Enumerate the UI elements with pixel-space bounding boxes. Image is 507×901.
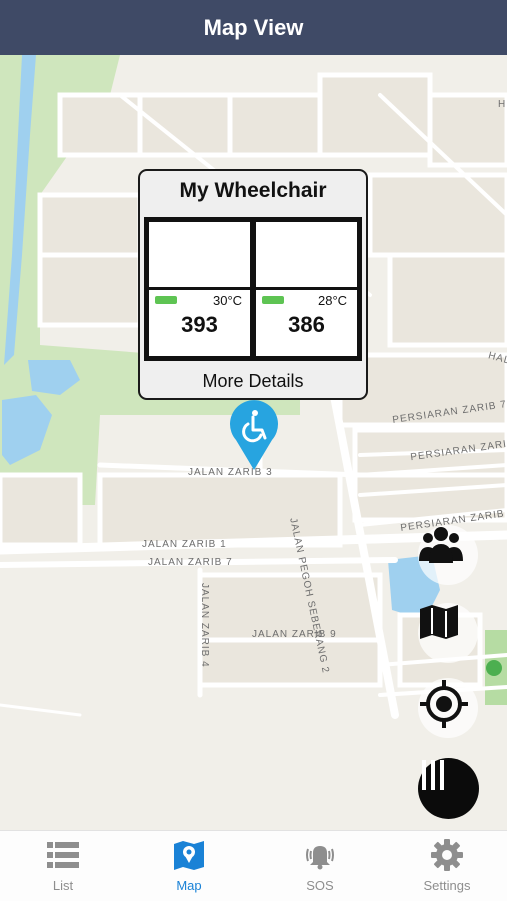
gear-icon: [431, 839, 463, 871]
map-layers-button[interactable]: [418, 603, 478, 663]
road-label: JALAN ZARIB 9: [252, 629, 337, 640]
map-view[interactable]: PERSIARAN ZARIB 7 PERSIARAN ZARIB JALAN …: [0, 55, 507, 830]
tab-label: Map: [176, 878, 202, 893]
road-label: JALAN ZARIB 1: [142, 539, 227, 550]
list-icon: [47, 842, 79, 868]
road-label: JALAN ZARIB 4: [199, 583, 210, 668]
tab-map[interactable]: Map: [126, 831, 252, 901]
sensor-grid: 30°C 393 28°C 386: [144, 217, 362, 361]
tab-label: SOS: [306, 878, 334, 893]
road-label: JALAN ZARIB 7: [148, 557, 233, 568]
sensor-cell-left: 30°C 393: [149, 290, 250, 356]
vertical-bars-icon: [422, 760, 444, 790]
tab-settings[interactable]: Settings: [384, 831, 507, 901]
tab-label: Settings: [423, 878, 471, 893]
folded-map-icon: [420, 605, 458, 639]
battery-icon: [262, 296, 284, 304]
value-right: 386: [288, 312, 325, 337]
tab-sos[interactable]: SOS: [257, 831, 383, 901]
sos-bell-icon: [306, 846, 334, 870]
group-button[interactable]: [418, 525, 478, 585]
wheelchair-marker[interactable]: [228, 400, 280, 472]
temperature-right: 28°C: [318, 293, 348, 308]
sensor-cell-right-top: [256, 222, 357, 287]
callout-title: My Wheelchair: [179, 179, 327, 202]
menu-button[interactable]: [418, 758, 479, 819]
road-label: H: [498, 99, 507, 110]
locate-button[interactable]: [418, 678, 478, 738]
value-left: 393: [181, 312, 218, 337]
tab-list[interactable]: List: [0, 831, 126, 901]
wheelchair-callout[interactable]: My Wheelchair 30°C 393 28°C 386 More Det…: [138, 169, 368, 400]
more-details-button[interactable]: More Details: [140, 371, 366, 392]
page-title: Map View: [203, 14, 304, 40]
battery-icon: [155, 296, 177, 304]
map-icon: [174, 841, 204, 870]
tab-bar: List Map SOS Settings: [0, 830, 507, 901]
tree-poi-icon: [486, 660, 502, 676]
group-icon: [419, 527, 463, 563]
temperature-left: 30°C: [213, 293, 243, 308]
tab-label: List: [52, 878, 74, 893]
crosshair-icon: [420, 680, 468, 728]
nav-bar: Map View: [0, 0, 507, 55]
sensor-cell-left-top: [149, 222, 250, 287]
sensor-cell-right: 28°C 386: [256, 290, 357, 356]
